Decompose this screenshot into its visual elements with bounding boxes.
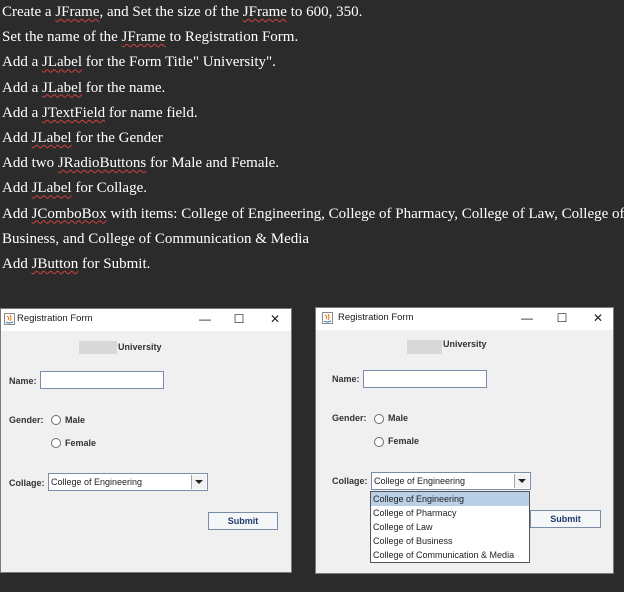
college-combobox[interactable]: College of Engineering <box>48 473 208 491</box>
name-label: Name: <box>9 376 37 386</box>
name-field[interactable] <box>363 370 487 388</box>
instruction-text: for the name. <box>81 79 166 96</box>
instruction-text: , and Set the size of the <box>99 4 243 20</box>
instruction-text: Add <box>2 255 32 272</box>
instruction-line: Add JLabel for the Gender <box>2 126 622 151</box>
dropdown-option[interactable]: College of Pharmacy <box>371 506 529 520</box>
college-label: Collage: <box>332 476 368 486</box>
instruction-text: Create a <box>2 4 56 20</box>
submit-button[interactable]: Submit <box>530 510 601 528</box>
close-icon[interactable]: ✕ <box>265 311 285 327</box>
instruction-text: Add <box>2 205 32 222</box>
instruction-text: Add a <box>2 104 42 121</box>
maximize-icon[interactable]: ☐ <box>552 310 572 326</box>
instruction-text: Add two <box>2 155 58 172</box>
college-selected: College of Engineering <box>374 476 466 486</box>
instruction-text: Set the name of the <box>2 29 122 46</box>
form-title: University <box>118 342 162 352</box>
instruction-line: Add a JLabel for the Form Title" Univers… <box>2 50 622 75</box>
class-name-text: JLabel <box>31 180 72 197</box>
class-name-text: JComboBox <box>31 205 107 222</box>
minimize-icon[interactable]: — <box>517 310 537 326</box>
gender-label: Gender: <box>332 413 367 423</box>
name-field[interactable] <box>40 371 164 389</box>
female-label[interactable]: Female <box>65 438 96 448</box>
instruction-text: for name field. <box>105 104 198 121</box>
class-name-text: JFrame <box>55 4 100 20</box>
blurred-region <box>407 340 442 354</box>
instruction-text: for Male and Female. <box>146 155 280 172</box>
instruction-text: for Submit. <box>78 255 151 272</box>
dropdown-option[interactable]: College of Communication & Media <box>371 548 529 562</box>
title-bar[interactable]: Registration Form — ☐ ✕ <box>1 309 291 331</box>
female-radio[interactable] <box>51 438 61 448</box>
instruction-line: Business, and College of Communication &… <box>2 227 622 252</box>
registration-window-closed: Registration Form — ☐ ✕ University Name:… <box>0 308 292 573</box>
class-name-text: JLabel <box>31 129 72 146</box>
instruction-line: Add a JTextField for name field. <box>2 101 622 126</box>
college-selected: College of Engineering <box>51 477 143 487</box>
blurred-region <box>79 341 117 354</box>
instruction-text: Add <box>2 180 32 197</box>
instruction-line: Add two JRadioButtons for Male and Femal… <box>2 151 622 176</box>
registration-window-open: Registration Form — ☐ ✕ University Name:… <box>315 307 614 574</box>
dropdown-arrow-icon[interactable] <box>191 475 206 489</box>
instruction-text: Business, and College of Communication &… <box>2 230 310 247</box>
dropdown-option[interactable]: College of Engineering <box>371 492 529 506</box>
gender-label: Gender: <box>9 415 44 425</box>
class-name-text: JFrame <box>242 4 287 20</box>
java-icon <box>4 313 15 325</box>
instruction-text: for Collage. <box>71 180 147 197</box>
instruction-line: Create a JFrame, and Set the size of the… <box>2 0 622 25</box>
male-label[interactable]: Male <box>388 413 408 423</box>
dropdown-arrow-icon[interactable] <box>514 474 529 488</box>
java-icon <box>322 312 333 324</box>
class-name-text: JFrame <box>121 29 166 46</box>
minimize-icon[interactable]: — <box>195 311 215 327</box>
instruction-text: for the Form Title" University". <box>81 54 276 71</box>
window-title: Registration Form <box>338 312 414 323</box>
college-dropdown-list[interactable]: College of Engineering College of Pharmac… <box>370 491 530 563</box>
class-name-text: JLabel <box>42 79 82 96</box>
class-name-text: JLabel <box>42 54 82 71</box>
dropdown-option[interactable]: College of Business <box>371 534 529 548</box>
instructions-text: Create a JFrame, and Set the size of the… <box>2 0 624 277</box>
class-name-text: JButton <box>31 255 79 272</box>
male-radio[interactable] <box>374 414 384 424</box>
form-title: University <box>443 339 487 349</box>
instruction-text: to 600, 350. <box>286 4 363 20</box>
window-title: Registration Form <box>17 313 93 324</box>
class-name-text: JTextField <box>42 104 106 121</box>
dropdown-option[interactable]: College of Law <box>371 520 529 534</box>
college-combobox[interactable]: College of Engineering <box>371 472 531 490</box>
instruction-line: Add JButton for Submit. <box>2 252 622 277</box>
instruction-line: Add a JLabel for the name. <box>2 76 622 101</box>
name-label: Name: <box>332 374 360 384</box>
instruction-text: with items: College of Engineering, Coll… <box>106 205 624 222</box>
instruction-line: Add JLabel for Collage. <box>2 176 622 201</box>
instruction-text: for the Gender <box>71 129 163 146</box>
maximize-icon[interactable]: ☐ <box>229 311 249 327</box>
close-icon[interactable]: ✕ <box>588 310 608 326</box>
female-radio[interactable] <box>374 437 384 447</box>
instruction-text: Add <box>2 129 32 146</box>
instruction-line: Add JComboBox with items: College of Eng… <box>2 202 624 227</box>
female-label[interactable]: Female <box>388 436 419 446</box>
college-label: Collage: <box>9 478 45 488</box>
instruction-text: Add a <box>2 54 42 71</box>
instruction-text: to Registration Form. <box>165 29 299 46</box>
submit-button[interactable]: Submit <box>208 512 278 530</box>
male-label[interactable]: Male <box>65 415 85 425</box>
title-bar[interactable]: Registration Form — ☐ ✕ <box>316 308 613 330</box>
instruction-text: Add a <box>2 79 42 96</box>
instruction-line: Set the name of the JFrame to Registrati… <box>2 25 622 50</box>
class-name-text: JRadioButtons <box>57 155 147 172</box>
male-radio[interactable] <box>51 415 61 425</box>
